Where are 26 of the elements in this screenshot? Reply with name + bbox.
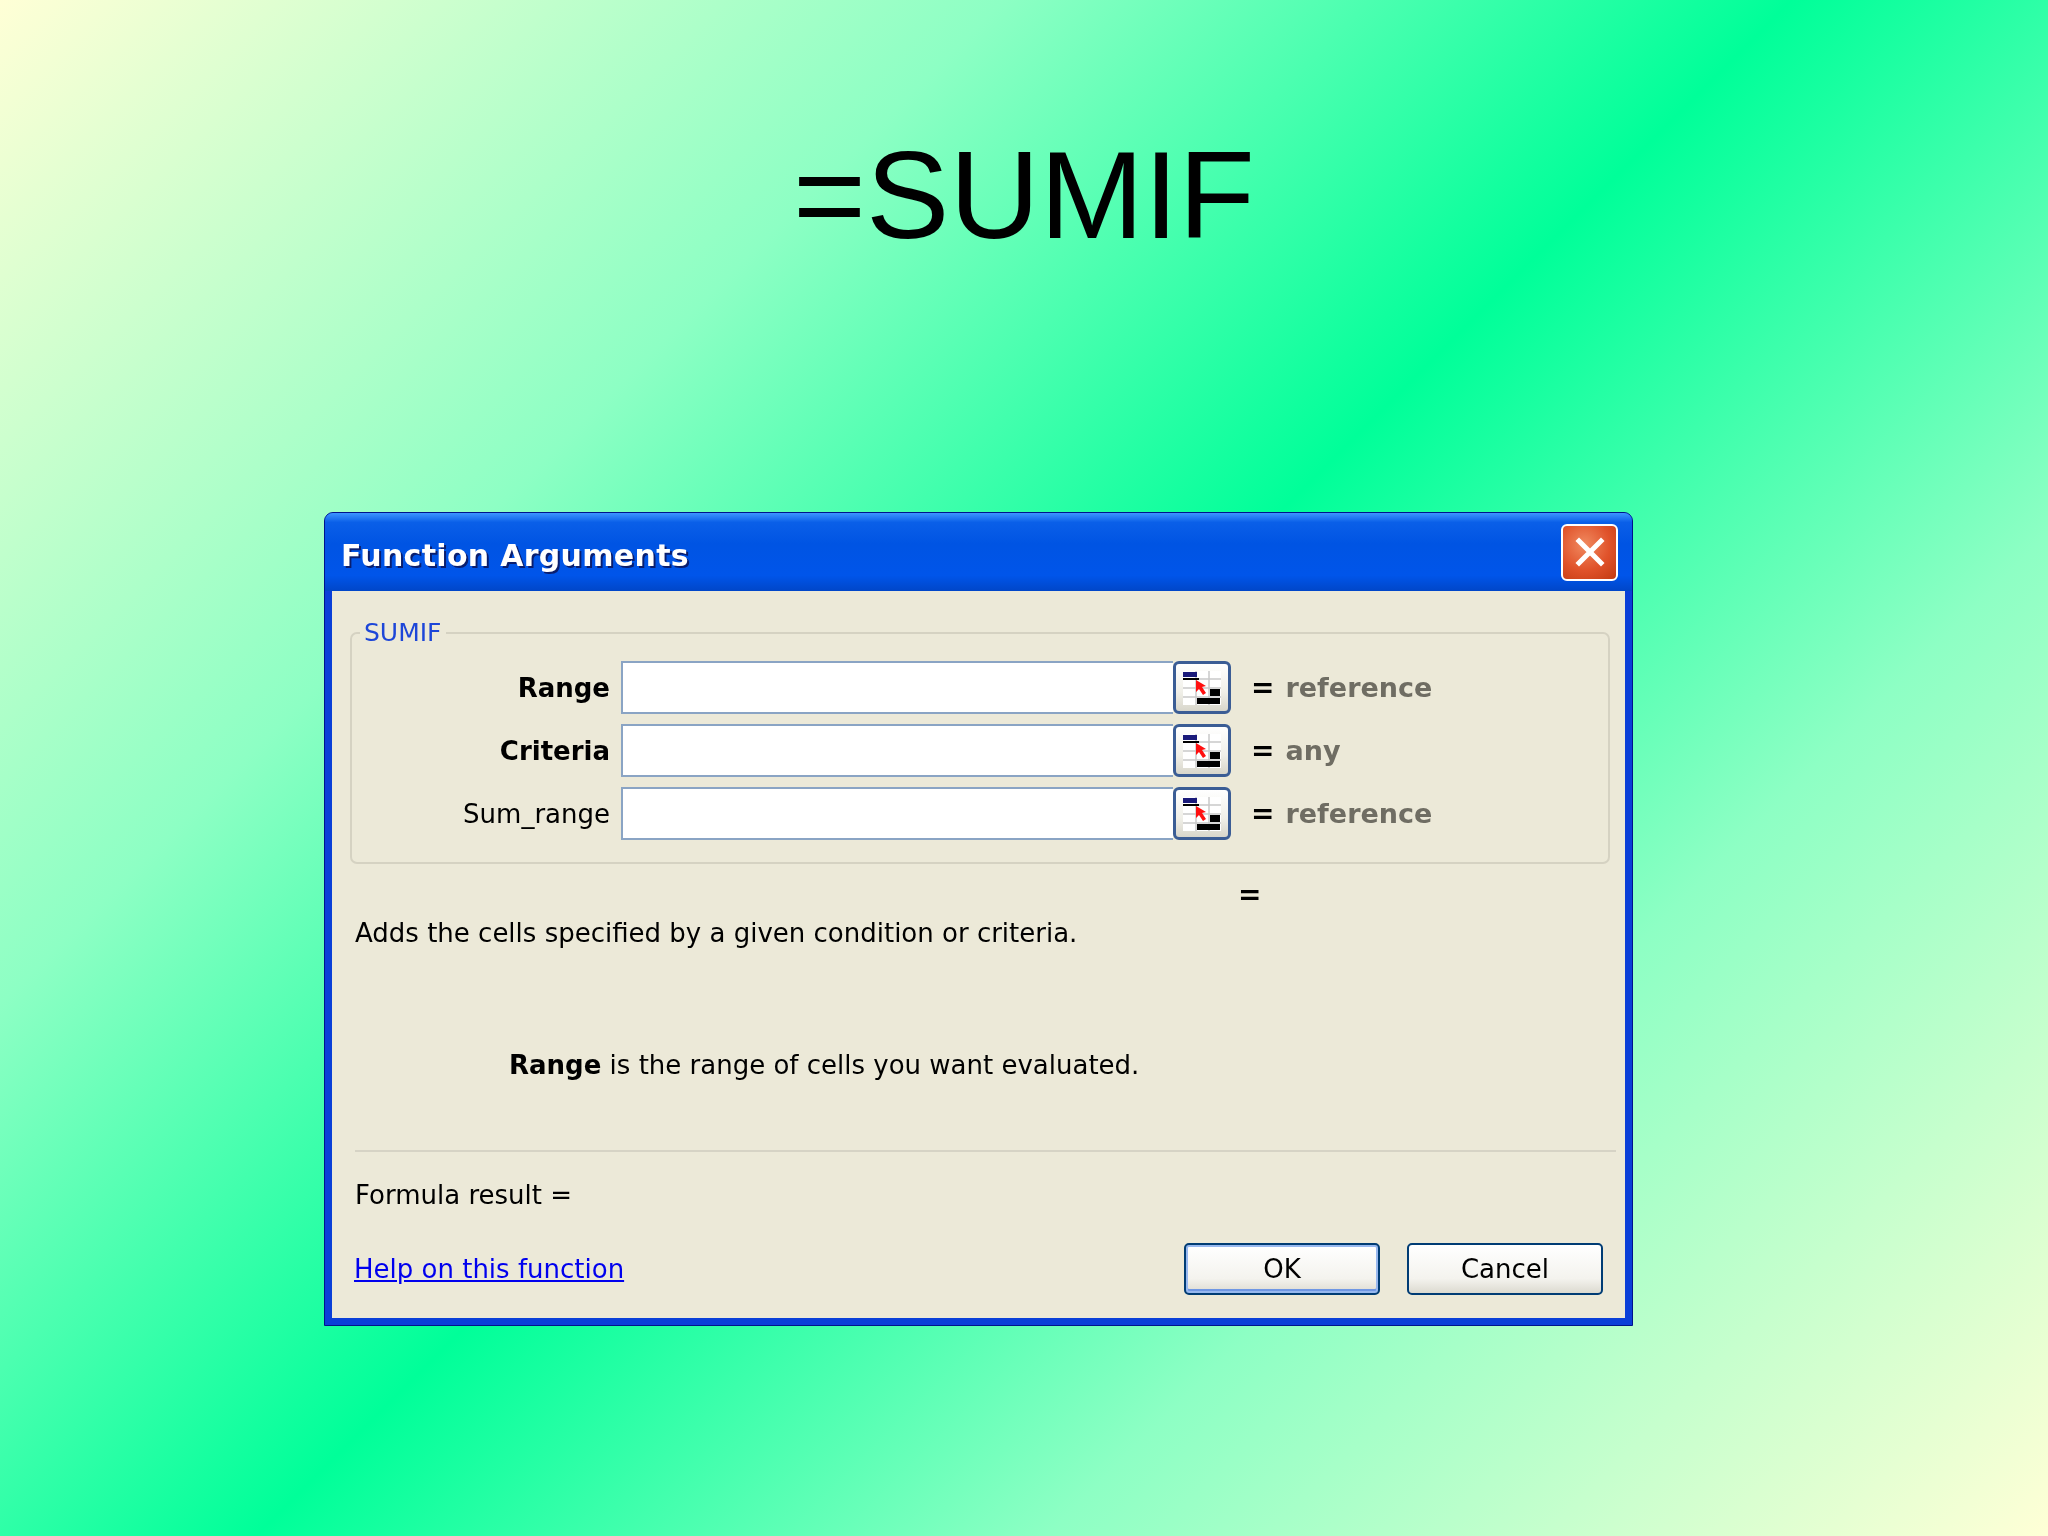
input-field[interactable] (621, 724, 1173, 777)
argument-help-text: Range is the range of cells you want evaluated. (509, 1049, 1141, 1082)
help-link[interactable]: Help on this function (354, 1252, 625, 1286)
argument-label: Sum_range (462, 798, 610, 829)
input-field[interactable] (621, 787, 1173, 840)
argument-label: Criteria (498, 735, 610, 766)
argument-type-hint: reference (1285, 672, 1433, 703)
equals-sign: = (1238, 878, 1262, 912)
window-title: Function Arguments (340, 537, 689, 573)
function-description: Adds the cells specified by a given condition or criteria. (355, 917, 1079, 950)
ok-button[interactable]: OK (1184, 1243, 1380, 1295)
equals-sign: = (1251, 671, 1275, 704)
equals-sign: = (1251, 797, 1275, 830)
argument-type-hint: reference (1285, 798, 1433, 829)
group-title: SUMIF (363, 618, 443, 647)
close-button[interactable] (1561, 523, 1618, 581)
formula-result-label: Formula result = (355, 1179, 573, 1212)
input-field[interactable] (621, 661, 1173, 714)
range-select-button[interactable] (1173, 787, 1231, 840)
argument-label: Range (516, 672, 610, 703)
argument-type-hint: any (1285, 735, 1341, 766)
slide-title: =SUMIF (793, 124, 1255, 266)
equals-sign: = (1251, 734, 1275, 767)
range-select-button[interactable] (1173, 661, 1231, 714)
cancel-button[interactable]: Cancel (1407, 1243, 1603, 1295)
range-select-button[interactable] (1173, 724, 1231, 777)
